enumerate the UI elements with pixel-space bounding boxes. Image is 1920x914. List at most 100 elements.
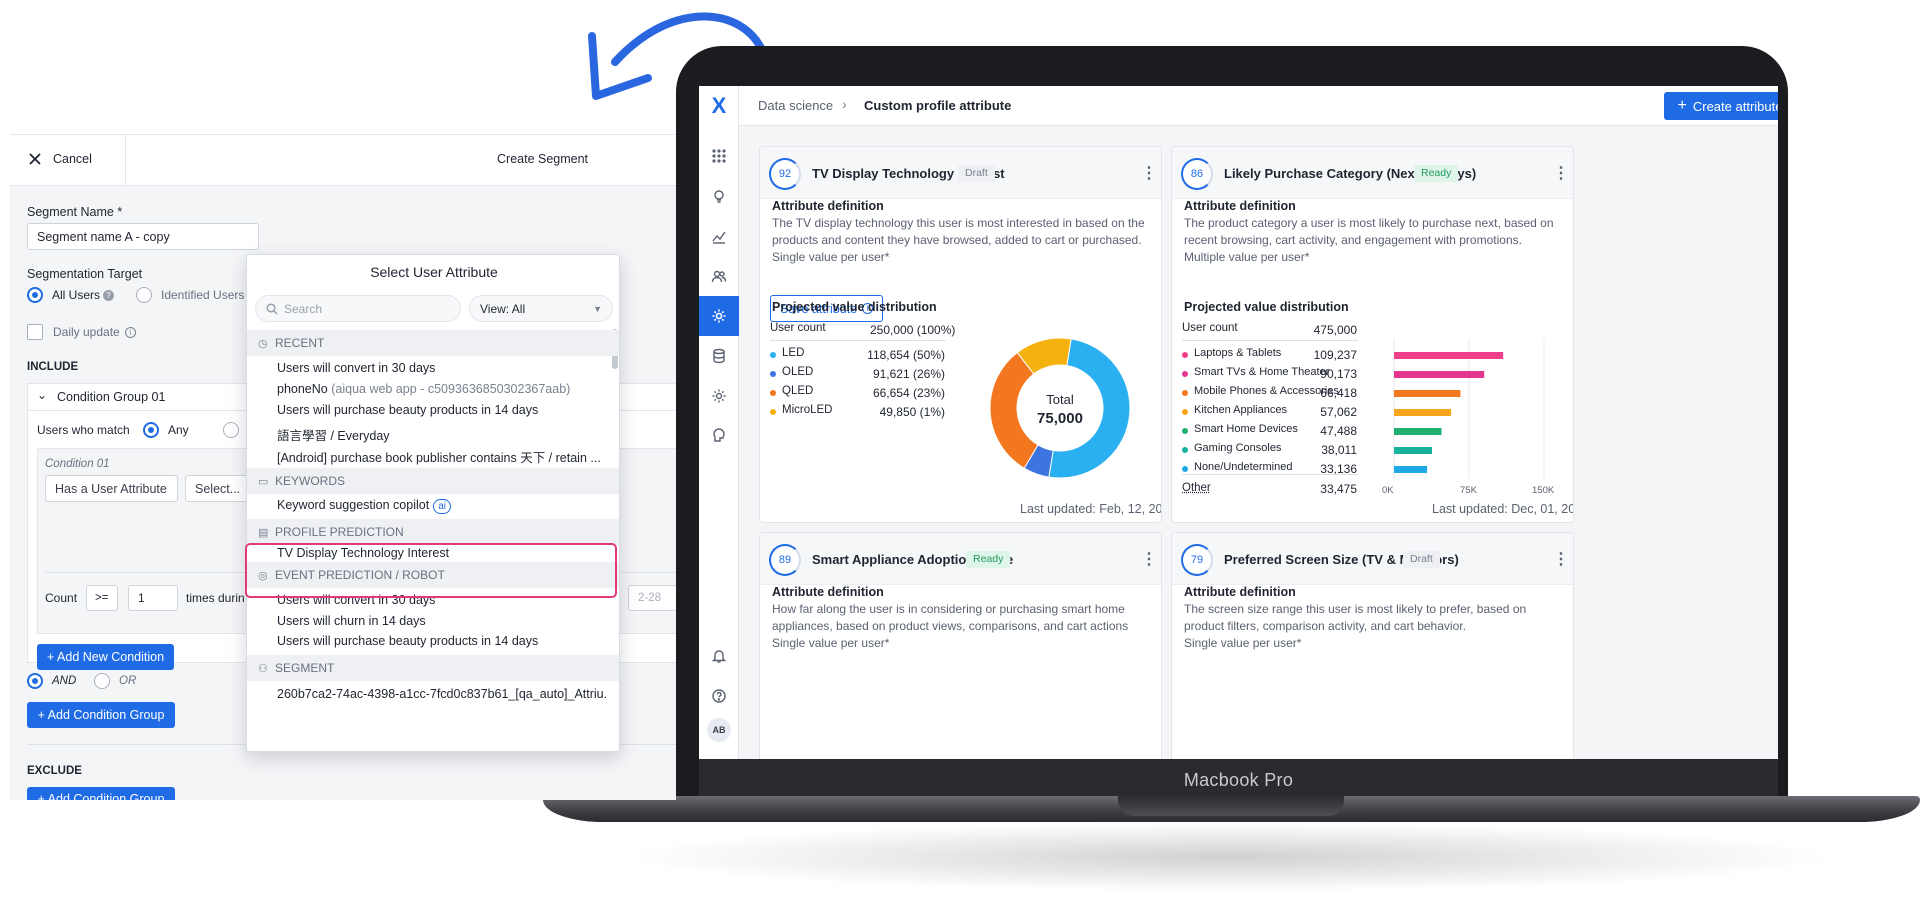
more-icon[interactable]: ⋮ — [1141, 549, 1157, 569]
divider — [770, 340, 946, 341]
brain-icon[interactable] — [699, 416, 739, 456]
legend-label: Laptops & Tablets — [1194, 347, 1282, 359]
info-icon: i — [124, 327, 136, 338]
group-keywords: ▭ KEYWORDS — [247, 468, 619, 494]
legend-label-led: LED — [782, 347, 805, 359]
match-all-radio[interactable] — [223, 422, 239, 438]
date-range-input[interactable]: 2-28 — [628, 585, 676, 611]
view-filter-select[interactable]: View: All ▼ — [469, 295, 613, 322]
users-icon[interactable] — [699, 256, 739, 296]
legend-value: 57,062 — [1320, 405, 1357, 419]
laptop-model-label: Macbook Pro — [1183, 770, 1294, 790]
add-new-condition-button[interactable]: + Add New Condition — [37, 644, 174, 670]
settings-icon[interactable] — [699, 376, 739, 416]
legend-label-other[interactable]: Other — [1182, 482, 1211, 494]
view-filter-value: View: All — [480, 301, 526, 316]
score-ring: 86 — [1181, 158, 1213, 190]
create-attribute-button[interactable]: + Create attribute — [1664, 92, 1778, 120]
caret-down-icon: ▼ — [593, 304, 602, 314]
popup-title: Select User Attribute — [370, 264, 498, 280]
legend-dot — [1182, 466, 1188, 472]
legend-label: Kitchen Appliances — [1194, 404, 1287, 416]
daily-update-checkbox[interactable] — [27, 324, 43, 340]
attribute-card-smart-appliance: 89 Smart Appliance Adoption Stage Ready … — [759, 532, 1162, 759]
avatar[interactable]: AB — [707, 718, 731, 742]
users-who-match-label: Users who match — [37, 423, 130, 437]
create-attribute-label: Create attribute — [1692, 98, 1778, 114]
bar — [1394, 371, 1485, 378]
donut-chart — [989, 337, 1131, 479]
user-count-value: 250,000 (100%) — [870, 323, 956, 337]
section-title: Attribute definition — [1184, 199, 1296, 213]
score-ring: 92 — [769, 158, 801, 190]
bar — [1394, 409, 1452, 416]
cancel-button[interactable]: Cancel — [53, 152, 92, 166]
and-radio[interactable] — [27, 673, 43, 689]
legend-dot — [1182, 352, 1188, 358]
gear-icon[interactable] — [699, 296, 739, 336]
last-updated: Last updated: Dec, 01, 2024 — [1432, 502, 1574, 516]
attribute-search-input[interactable]: Search — [255, 295, 461, 322]
attribute-option[interactable]: [Android] purchase book publisher contai… — [277, 447, 601, 466]
close-icon[interactable] — [28, 152, 42, 166]
chevron-down-icon[interactable]: ⌄ — [37, 388, 47, 402]
chevron-right-icon: › — [842, 96, 847, 112]
attribute-option[interactable]: phoneNo (aiqua web app - c50936368503023… — [277, 382, 570, 396]
condition-type-select[interactable]: Has a User Attribute — [45, 475, 178, 502]
condition-group-title: Condition Group 01 — [57, 390, 166, 404]
identified-users-radio[interactable] — [136, 287, 152, 303]
breadcrumb-data-science[interactable]: Data science — [758, 98, 833, 113]
ai-badge-icon: ai — [433, 499, 451, 514]
group-segment-label: SEGMENT — [275, 661, 335, 675]
or-radio[interactable] — [94, 673, 110, 689]
attribute-option[interactable]: Users will churn in 14 days — [277, 614, 426, 628]
attribute-option[interactable]: Keyword suggestion copilot ai — [277, 498, 451, 514]
bar — [1394, 466, 1428, 473]
bell-icon[interactable] — [699, 636, 739, 676]
segment-users-icon: ⚇ — [258, 663, 268, 675]
attribute-option[interactable]: Users will purchase beauty products in 1… — [277, 634, 538, 648]
attribute-option[interactable]: 260b7ca2-74ac-4398-a1cc-7fcd0c837b61_[qa… — [277, 687, 607, 701]
attribute-option[interactable]: Users will purchase beauty products in 1… — [277, 403, 538, 417]
add-condition-group-button[interactable]: + Add Condition Group — [27, 702, 175, 728]
app-logo[interactable]: X — [699, 90, 739, 122]
legend-value: 90,173 — [1320, 367, 1357, 381]
select-user-attribute-popup: Select User Attribute Search View: All ▼… — [246, 254, 620, 752]
legend-label-microled: MicroLED — [782, 404, 833, 416]
score-ring: 89 — [769, 544, 801, 576]
lightbulb-icon[interactable] — [699, 176, 739, 216]
help-icon[interactable] — [699, 676, 739, 716]
attribute-option[interactable]: 語言學習 / Everyday — [277, 425, 390, 444]
all-users-radio[interactable] — [27, 287, 43, 303]
search-placeholder: Search — [284, 301, 323, 316]
clock-icon: ◷ — [258, 338, 268, 350]
panel-title: Create Segment — [497, 152, 589, 166]
attribute-card-tv-display: 92 TV Display Technology Interest Draft … — [759, 146, 1162, 523]
database-icon[interactable] — [699, 336, 739, 376]
attribute-option[interactable]: Users will convert in 30 days — [277, 361, 435, 375]
value-type: Single value per user* — [772, 250, 890, 264]
legend-dot-qled — [770, 390, 776, 396]
bar — [1394, 447, 1432, 454]
count-operator-select[interactable]: >= — [86, 585, 118, 611]
x-tick-label: 150K — [1532, 485, 1555, 496]
attribute-option-text: Keyword suggestion copilot — [277, 498, 430, 512]
legend-dot — [1182, 447, 1188, 453]
count-input[interactable]: 1 — [128, 585, 178, 611]
search-icon — [266, 302, 278, 315]
segment-name-input[interactable]: Segment name A - copy — [27, 223, 259, 250]
distribution-title: Projected value distribution — [1184, 300, 1349, 314]
legend-value: 38,011 — [1321, 443, 1357, 457]
attribute-description: How far along the user is in considering… — [772, 602, 1129, 633]
profile-card-icon: ▤ — [258, 527, 269, 539]
segment-name-label: Segment Name * — [27, 205, 123, 219]
add-exclude-condition-group-button[interactable]: + Add Condition Group — [27, 787, 175, 800]
more-icon[interactable]: ⋮ — [1141, 163, 1157, 183]
match-any-radio[interactable] — [143, 422, 159, 438]
more-icon[interactable]: ⋮ — [1553, 163, 1569, 183]
more-icon[interactable]: ⋮ — [1553, 549, 1569, 569]
trend-chart-icon[interactable] — [699, 216, 739, 256]
legend-value: 109,237 — [1313, 348, 1357, 362]
grid-icon[interactable] — [699, 136, 739, 176]
value-type: Multiple value per user* — [1184, 250, 1310, 264]
